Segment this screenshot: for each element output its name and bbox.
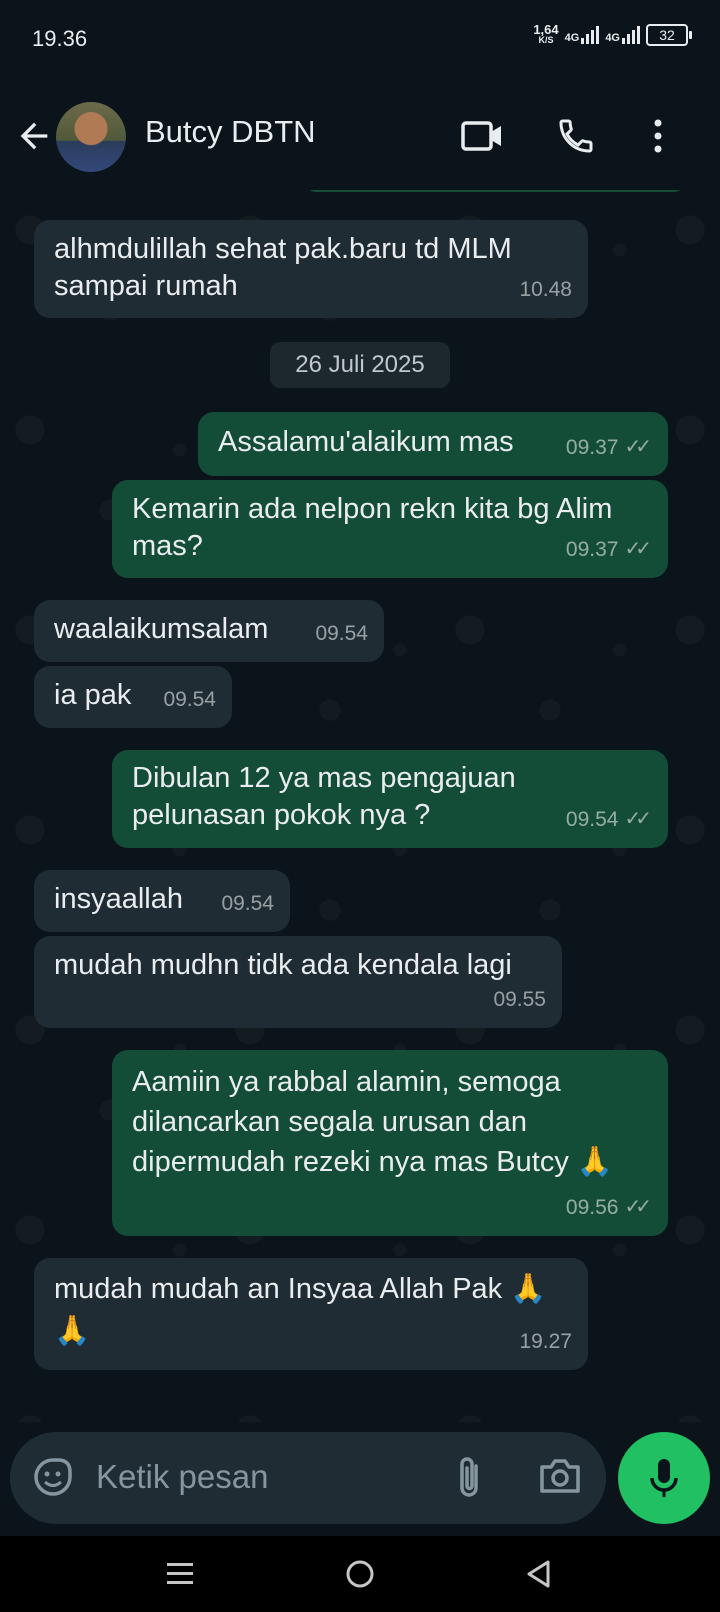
contact-name[interactable]: Butcy DBTN: [145, 114, 316, 150]
message-time-text: 19.27: [519, 1330, 572, 1353]
double-check-icon: ✓✓: [624, 436, 651, 458]
message-time: 09.54 ✓✓: [566, 801, 652, 838]
previous-message-bubble: [305, 190, 685, 192]
message-text: Dibulan 12 ya mas pengajuan pelunasan po…: [132, 762, 524, 831]
message-text: mudah mudhn tidk ada kendala lagi: [54, 949, 512, 981]
message-bubble-incoming[interactable]: waalaikumsalam 09.54: [34, 600, 384, 662]
message-bubble-incoming[interactable]: mudah mudah an Insyaa Allah Pak 🙏🙏 19.27: [34, 1258, 588, 1370]
message-time: 09.54: [315, 615, 368, 652]
system-nav-bar: [0, 1536, 720, 1612]
message-bubble-outgoing[interactable]: Aamiin ya rabbal alamin, semoga dilancar…: [112, 1050, 668, 1236]
message-bubble-outgoing[interactable]: Dibulan 12 ya mas pengajuan pelunasan po…: [112, 750, 668, 848]
avatar[interactable]: [56, 102, 126, 172]
network-speed: 1,64 K/S: [533, 22, 559, 46]
message-time: 10.48: [519, 271, 572, 308]
message-time-text: 09.54: [315, 622, 368, 645]
message-time: 09.54: [163, 681, 216, 718]
message-time-text: 10.48: [519, 278, 572, 301]
message-time-text: 09.54: [163, 688, 216, 711]
message-time-text: 09.56: [565, 1196, 619, 1219]
message-bubble-incoming[interactable]: mudah mudhn tidk ada kendala lagi 09.55: [34, 936, 562, 1028]
chat-area[interactable]: alhmdulillah sehat pak.baru td MLM sampa…: [0, 190, 720, 1422]
microphone-icon[interactable]: [618, 1432, 710, 1524]
battery-icon: 32: [646, 24, 692, 46]
status-time: 19.36: [32, 26, 88, 51]
arrow-left-icon[interactable]: [14, 116, 54, 156]
message-time-text: 09.37: [565, 436, 619, 459]
message-time: 19.27: [519, 1323, 572, 1360]
date-separator: 26 Juli 2025: [270, 342, 450, 388]
signal-sim2: 4G: [605, 26, 640, 44]
message-time: 09.37 ✓✓: [566, 429, 652, 466]
sticker-emoji-icon[interactable]: [30, 1454, 76, 1500]
signal-bars-icon: [581, 26, 600, 44]
paperclip-icon[interactable]: [450, 1454, 490, 1502]
double-check-icon: ✓✓: [624, 538, 651, 560]
message-time-text: 09.37: [565, 538, 619, 561]
status-indicators: 1,64 K/S 4G 4G 32: [533, 22, 692, 46]
message-text: mudah mudah an Insyaa Allah Pak 🙏🙏: [54, 1273, 547, 1347]
message-bubble-incoming[interactable]: ia pak 09.54: [34, 666, 232, 728]
message-time-text: 09.55: [493, 988, 546, 1011]
message-bubble-outgoing[interactable]: Kemarin ada nelpon rekn kita bg Alim mas…: [112, 480, 668, 578]
status-bar: 19.36 1,64 K/S 4G 4G 32: [0, 0, 720, 80]
message-time-text: 09.54: [221, 892, 274, 915]
message-time: 09.37 ✓✓: [566, 531, 652, 568]
message-time: 09.54: [221, 885, 274, 922]
recent-apps-icon[interactable]: [160, 1554, 200, 1594]
double-check-icon: ✓✓: [624, 808, 651, 830]
message-time: 09.55: [493, 981, 546, 1018]
network-type-1: 4G: [564, 32, 580, 44]
more-vert-icon[interactable]: [636, 114, 680, 158]
network-speed-value: 1,64: [533, 22, 559, 37]
home-icon[interactable]: [340, 1554, 380, 1594]
signal-bars-icon: [622, 26, 640, 44]
message-input-bar[interactable]: Ketik pesan: [10, 1432, 606, 1524]
network-type-2: 4G: [605, 32, 620, 44]
back-nav-icon[interactable]: [518, 1554, 558, 1594]
message-input[interactable]: Ketik pesan: [96, 1458, 268, 1496]
message-text: alhmdulillah sehat pak.baru td MLM sampa…: [54, 233, 520, 302]
phone-icon[interactable]: [554, 114, 598, 158]
video-call-icon[interactable]: [460, 114, 504, 158]
message-text: Aamiin ya rabbal alamin, semoga dilancar…: [132, 1066, 613, 1178]
battery-level: 32: [659, 27, 675, 43]
message-bubble-incoming[interactable]: alhmdulillah sehat pak.baru td MLM sampa…: [34, 220, 588, 318]
signal-sim1: 4G: [565, 26, 600, 44]
message-bubble-outgoing[interactable]: Assalamu'alaikum mas 09.37 ✓✓: [198, 412, 668, 476]
network-speed-unit: K/S: [538, 35, 554, 45]
chat-header: Butcy DBTN: [0, 80, 720, 191]
camera-icon[interactable]: [538, 1456, 582, 1500]
message-time-text: 09.54: [565, 808, 619, 831]
message-bubble-incoming[interactable]: insyaallah 09.54: [34, 870, 290, 932]
message-time: 09.56 ✓✓: [566, 1189, 652, 1226]
double-check-icon: ✓✓: [624, 1196, 651, 1218]
